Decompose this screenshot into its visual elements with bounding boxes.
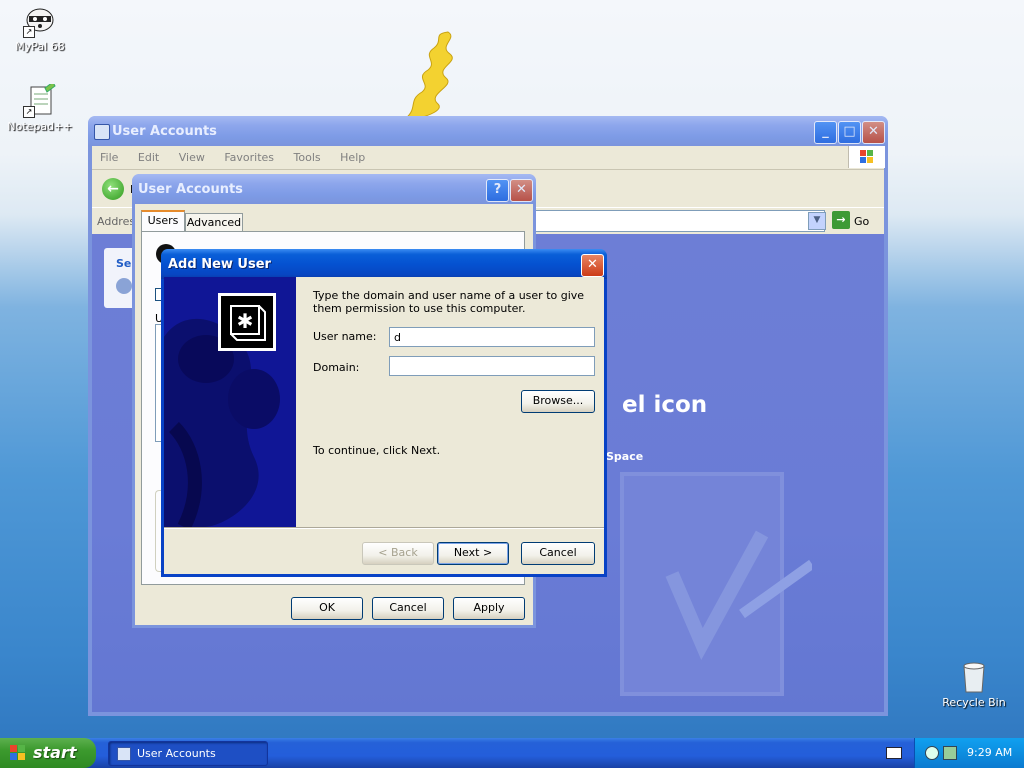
- clock[interactable]: 9:29 AM: [967, 746, 1012, 759]
- tray-volume-icon[interactable]: [943, 746, 957, 760]
- next-button[interactable]: Next >: [437, 542, 509, 565]
- bg-heading-fragment: el icon: [622, 392, 708, 418]
- start-label: start: [33, 743, 77, 762]
- menu-favorites[interactable]: Favorites: [224, 151, 274, 164]
- ua-dialog-title: User Accounts: [138, 182, 243, 197]
- back-button[interactable]: ← B: [102, 178, 138, 202]
- address-dropdown-arrow-icon[interactable]: ▼: [808, 212, 826, 230]
- menu-file[interactable]: File: [100, 151, 118, 164]
- user-accounts-icon: [94, 124, 110, 140]
- continue-text: To continue, click Next.: [313, 444, 441, 457]
- add-user-client: ✱ Type the domain and user name of a use…: [164, 277, 604, 574]
- shortcut-arrow-icon: ↗: [23, 106, 35, 118]
- desktop-icon-label: Recycle Bin: [942, 696, 1006, 709]
- cancel-button[interactable]: Cancel: [521, 542, 595, 565]
- add-new-user-dialog: Add New User ✕ ✱ Type the domain and use…: [161, 249, 607, 577]
- menu-tools[interactable]: Tools: [294, 151, 321, 164]
- add-user-titlebar[interactable]: Add New User ✕: [161, 249, 607, 279]
- tray-network-icon[interactable]: [925, 746, 939, 760]
- toolbar-divider: [92, 169, 884, 170]
- windows-logo-icon: [848, 146, 885, 168]
- domain-input[interactable]: [389, 356, 595, 376]
- system-tray: 9:29 AM: [914, 738, 1024, 768]
- close-button[interactable]: ✕: [862, 121, 885, 144]
- maximize-button[interactable]: □: [838, 121, 861, 144]
- address-input[interactable]: [532, 210, 825, 232]
- ok-button[interactable]: OK: [291, 597, 363, 620]
- menu-bar: File Edit View Favorites Tools Help: [100, 151, 381, 165]
- tab-advanced[interactable]: Advanced: [185, 213, 243, 231]
- go-arrow-icon[interactable]: →: [832, 211, 850, 229]
- desktop-icon-mypal[interactable]: ↗ MyPal 68: [0, 4, 80, 53]
- desktop-icon-label: MyPal 68: [15, 40, 65, 53]
- apply-button[interactable]: Apply: [453, 597, 525, 620]
- ua-dialog-titlebar[interactable]: User Accounts ? ✕: [132, 174, 536, 204]
- help-button[interactable]: ?: [486, 179, 509, 202]
- watermark-checkmark-icon: [612, 464, 815, 704]
- desktop-icon-notepad[interactable]: ↗ Notepad++: [0, 81, 80, 133]
- minimize-button[interactable]: _: [814, 121, 837, 144]
- wizard-user-icon: ✱: [218, 293, 276, 351]
- start-button[interactable]: start: [0, 738, 96, 768]
- taskbar-button-label: User Accounts: [137, 747, 216, 760]
- menu-edit[interactable]: Edit: [138, 151, 159, 164]
- main-window-title: User Accounts: [112, 124, 217, 139]
- address-label: Addres: [97, 215, 136, 228]
- back-wizard-button[interactable]: < Back: [362, 542, 434, 565]
- taskbar-button-user-accounts[interactable]: User Accounts: [108, 741, 268, 766]
- wizard-separator: [164, 527, 604, 529]
- ua-cancel-button[interactable]: Cancel: [372, 597, 444, 620]
- bg-sub-fragment: Space: [606, 450, 644, 463]
- wallpaper-spiral: [398, 28, 468, 120]
- user-accounts-task-icon: [117, 747, 131, 761]
- username-input[interactable]: d: [389, 327, 595, 347]
- username-label: User name:: [313, 330, 377, 343]
- notepad-plus-icon: ↗: [23, 81, 57, 118]
- shortcut-arrow-icon: ↗: [23, 26, 35, 38]
- gear-icon: [116, 278, 132, 294]
- browse-button[interactable]: Browse...: [521, 390, 595, 413]
- taskbar: start User Accounts 9:29 AM: [0, 738, 1024, 768]
- desktop-icon-recycle-bin[interactable]: Recycle Bin: [934, 660, 1014, 709]
- wizard-banner: ✱: [164, 277, 296, 527]
- desktop-icon-label: Notepad++: [7, 120, 73, 133]
- windows-flag-icon: [10, 745, 26, 761]
- back-arrow-icon: ←: [102, 178, 124, 200]
- svg-text:✱: ✱: [237, 309, 254, 333]
- keyboard-icon[interactable]: [886, 747, 902, 759]
- go-label[interactable]: Go: [854, 215, 869, 228]
- side-task-heading: Se: [116, 257, 132, 270]
- ua-close-button[interactable]: ✕: [510, 179, 533, 202]
- instruction-text: Type the domain and user name of a user …: [313, 289, 585, 315]
- main-window-titlebar[interactable]: User Accounts _ □ ✕: [88, 116, 888, 146]
- domain-label: Domain:: [313, 361, 360, 374]
- recycle-bin-icon: [957, 660, 991, 694]
- menu-help[interactable]: Help: [340, 151, 365, 164]
- menu-view[interactable]: View: [179, 151, 205, 164]
- add-user-title: Add New User: [168, 257, 271, 272]
- tab-users-label: Users: [147, 214, 179, 227]
- tab-advanced-label: Advanced: [186, 216, 242, 229]
- raccoon-icon: ↗: [23, 4, 57, 38]
- add-user-close-button[interactable]: ✕: [581, 254, 604, 277]
